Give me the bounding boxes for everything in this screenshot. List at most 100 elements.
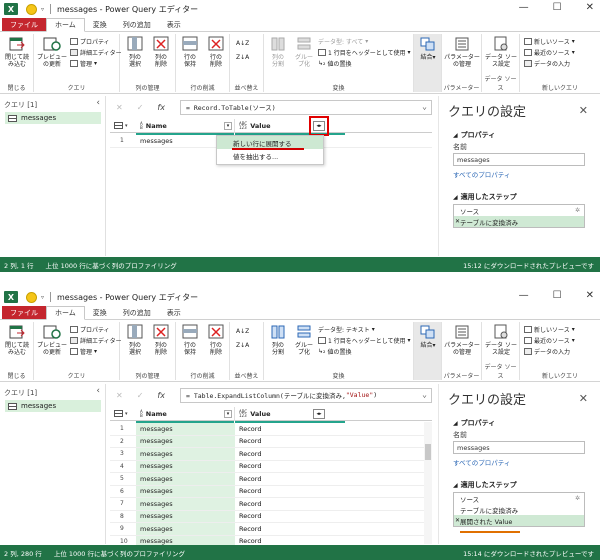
use-first-row-headers-button[interactable]: 1 行目をヘッダーとして使用 ▾ bbox=[318, 48, 411, 57]
vertical-scrollbar[interactable] bbox=[424, 422, 432, 544]
cell-name[interactable]: messages bbox=[136, 473, 235, 485]
cell-name[interactable]: messages bbox=[136, 523, 235, 535]
replace-values-button[interactable]: ↳₂ 値の置換 bbox=[318, 59, 351, 68]
step-source[interactable]: ソース ✲ bbox=[454, 205, 584, 216]
remove-columns-button[interactable]: 列の 削除 bbox=[149, 36, 173, 68]
tab-file[interactable]: ファイル bbox=[2, 306, 46, 319]
keep-rows-button[interactable]: 行の 保持 bbox=[178, 36, 202, 68]
group-by-button[interactable]: グルー プ化 bbox=[292, 324, 316, 356]
confirm-icon[interactable]: ✓ bbox=[137, 103, 144, 112]
cell-value[interactable]: Record bbox=[235, 487, 261, 495]
cell-name[interactable]: messages bbox=[136, 510, 235, 522]
filter-dropdown-icon[interactable]: ▾ bbox=[224, 409, 232, 418]
cell-name[interactable]: messages bbox=[136, 498, 235, 510]
data-type-dropdown[interactable]: データ型: テキスト ▾ bbox=[318, 325, 375, 334]
remove-rows-button[interactable]: 行の 削除 bbox=[204, 324, 228, 356]
feedback-smiley-icon[interactable] bbox=[26, 291, 37, 303]
feedback-smiley-icon[interactable] bbox=[26, 3, 37, 15]
manage-parameters-button[interactable]: パラメーター の管理 bbox=[444, 324, 480, 356]
cell-value[interactable]: Record bbox=[235, 437, 261, 445]
select-columns-button[interactable]: 列の 選択 bbox=[123, 36, 147, 68]
query-item-messages[interactable]: messages bbox=[5, 400, 101, 412]
cell-value[interactable]: Record bbox=[235, 475, 261, 483]
close-icon[interactable]: ✕ bbox=[586, 290, 594, 301]
cell-value[interactable]: Record bbox=[235, 425, 261, 433]
tab-add-column[interactable]: 列の追加 bbox=[115, 18, 159, 31]
split-column-button[interactable]: 列の 分割 bbox=[266, 36, 290, 68]
new-source-dropdown[interactable]: 新しいソース ▾ bbox=[524, 325, 575, 334]
tab-home[interactable]: ホーム bbox=[46, 306, 85, 320]
fx-icon[interactable]: fx bbox=[157, 103, 165, 112]
status-profiling[interactable]: 上位 1000 行に基づく列のプロファイリング bbox=[42, 548, 185, 558]
cell-value[interactable]: Record bbox=[235, 450, 261, 458]
combine-button[interactable]: 結合▾ bbox=[416, 324, 440, 349]
cell-value[interactable]: Record bbox=[235, 500, 261, 508]
cell-name[interactable]: messages bbox=[136, 423, 235, 435]
quick-access-dropdown-icon[interactable]: ▿ bbox=[41, 6, 44, 13]
all-properties-link[interactable]: すべてのプロパティ bbox=[453, 169, 510, 179]
step-converted-to-table[interactable]: ✕ テーブルに変換済み bbox=[454, 216, 584, 227]
properties-button[interactable]: プロパティ bbox=[70, 325, 110, 334]
step-converted-to-table[interactable]: テーブルに変換済み bbox=[454, 504, 584, 515]
replace-values-button[interactable]: ↳₂ 値の置換 bbox=[318, 347, 351, 356]
sort-ascending-icon[interactable]: A↓Z bbox=[236, 40, 249, 47]
step-expanded-value[interactable]: ✕ 展開された Value bbox=[454, 515, 584, 526]
table-menu-icon[interactable]: ▾ bbox=[110, 119, 136, 133]
column-header-value[interactable]: ABC 123 Value bbox=[235, 407, 345, 423]
cancel-icon[interactable]: ✕ bbox=[116, 391, 123, 400]
sort-descending-icon[interactable]: Z↓A bbox=[236, 342, 249, 349]
data-source-settings-button[interactable]: データ ソー ス設定 bbox=[484, 36, 518, 68]
status-profiling[interactable]: 上位 1000 行に基づく列のプロファイリング bbox=[34, 260, 177, 270]
collapse-chevron-icon[interactable]: ‹ bbox=[96, 98, 100, 108]
enter-data-button[interactable]: データの入力 bbox=[524, 59, 570, 68]
cell-name[interactable]: messages bbox=[136, 485, 235, 497]
enter-data-button[interactable]: データの入力 bbox=[524, 347, 570, 356]
close-settings-icon[interactable]: ✕ bbox=[579, 104, 588, 117]
confirm-icon[interactable]: ✓ bbox=[137, 391, 144, 400]
use-first-row-headers-button[interactable]: 1 行目をヘッダーとして使用 ▾ bbox=[318, 336, 411, 345]
recent-sources-dropdown[interactable]: 最近のソース ▾ bbox=[524, 48, 575, 57]
group-by-button[interactable]: グルー プ化 bbox=[292, 36, 316, 68]
tab-transform[interactable]: 変換 bbox=[85, 18, 115, 31]
query-name-input[interactable]: messages bbox=[453, 153, 585, 166]
keep-rows-button[interactable]: 行の 保持 bbox=[178, 324, 202, 356]
properties-section[interactable]: ◢ プロパティ bbox=[453, 418, 495, 428]
query-name-input[interactable]: messages bbox=[453, 441, 585, 454]
new-source-dropdown[interactable]: 新しいソース ▾ bbox=[524, 37, 575, 46]
tab-view[interactable]: 表示 bbox=[159, 18, 189, 31]
manage-dropdown[interactable]: 管理 ▾ bbox=[70, 347, 97, 356]
minimize-icon[interactable]: — bbox=[519, 290, 529, 301]
remove-columns-button[interactable]: 列の 削除 bbox=[149, 324, 173, 356]
cancel-icon[interactable]: ✕ bbox=[116, 103, 123, 112]
recent-sources-dropdown[interactable]: 最近のソース ▾ bbox=[524, 336, 575, 345]
step-source[interactable]: ソース ✲ bbox=[454, 493, 584, 504]
all-properties-link[interactable]: すべてのプロパティ bbox=[453, 457, 510, 467]
advanced-editor-button[interactable]: 詳細エディター bbox=[70, 48, 122, 57]
cell-value[interactable]: Record bbox=[235, 512, 261, 520]
gear-icon[interactable]: ✲ bbox=[575, 207, 580, 214]
cell-value[interactable]: Record bbox=[235, 525, 261, 533]
manage-dropdown[interactable]: 管理 ▾ bbox=[70, 59, 97, 68]
tab-view[interactable]: 表示 bbox=[159, 306, 189, 319]
formula-input[interactable]: = Table.ExpandListColumn(テーブルに変換済み, "Val… bbox=[180, 387, 432, 403]
advanced-editor-button[interactable]: 詳細エディター bbox=[70, 336, 122, 345]
properties-button[interactable]: プロパティ bbox=[70, 37, 110, 46]
tab-add-column[interactable]: 列の追加 bbox=[115, 306, 159, 319]
menu-item-extract-values[interactable]: 値を抽出する... bbox=[217, 149, 323, 162]
formula-input[interactable]: = Record.ToTable(ソース) ⌄ bbox=[180, 99, 432, 115]
column-header-name[interactable]: A B Name ▾ bbox=[136, 118, 235, 135]
scrollbar-thumb[interactable] bbox=[425, 444, 431, 460]
applied-steps-section[interactable]: ◢ 適用したステップ bbox=[453, 480, 517, 490]
collapse-chevron-icon[interactable]: ‹ bbox=[96, 386, 100, 396]
preview-refresh-button[interactable]: プレビュー の更新 bbox=[36, 324, 68, 356]
maximize-icon[interactable]: ☐ bbox=[553, 290, 562, 301]
tab-home[interactable]: ホーム bbox=[46, 18, 85, 32]
gear-icon[interactable]: ✲ bbox=[575, 495, 580, 502]
close-settings-icon[interactable]: ✕ bbox=[579, 392, 588, 405]
close-load-button[interactable]: 閉じて読 み込む bbox=[2, 324, 32, 356]
minimize-icon[interactable]: — bbox=[519, 2, 529, 13]
cell-name[interactable]: messages bbox=[136, 435, 235, 447]
cell-name[interactable]: messages bbox=[136, 460, 235, 472]
maximize-icon[interactable]: ☐ bbox=[553, 2, 562, 13]
tab-file[interactable]: ファイル bbox=[2, 18, 46, 31]
